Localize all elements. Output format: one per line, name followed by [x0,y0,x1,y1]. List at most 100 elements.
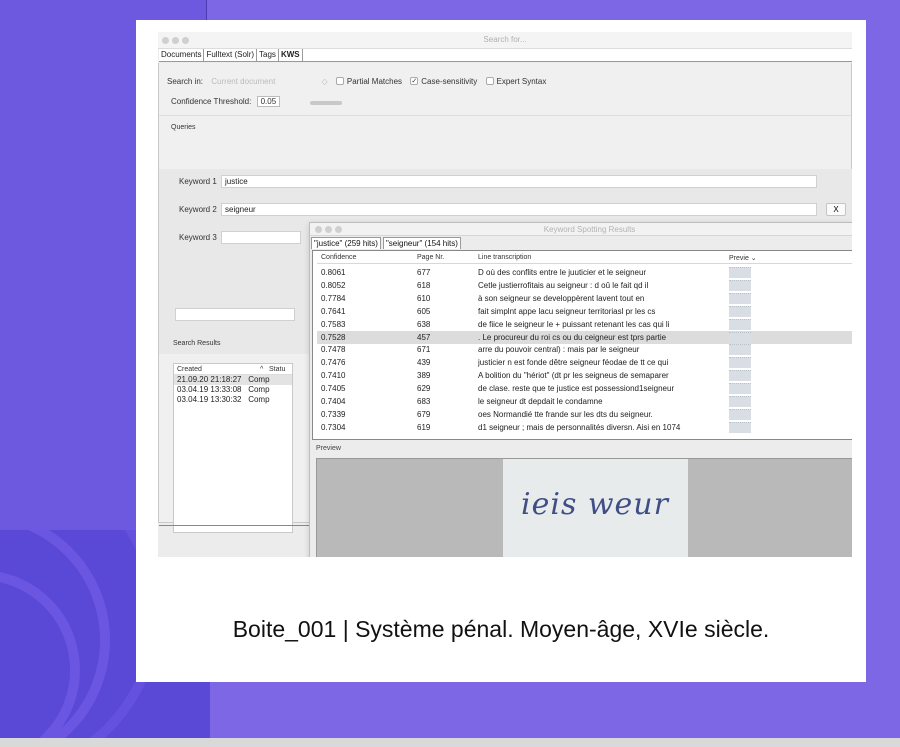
line-preview-thumbnail [729,279,751,291]
cell-confidence: 0.7583 [321,319,346,329]
keyword-1-input[interactable]: justice [221,175,817,188]
table-row[interactable]: 0.7784 610 à son seigneur se developpèrent… [317,292,852,305]
cell-line: justicier n est fonde dêtre seigneur féo… [478,358,669,368]
app-screenshot: Search for... Documents Fulltext (Solr) … [158,32,852,557]
table-row[interactable]: 0.7404 683 le seigneur dt depdait le conda… [317,395,852,408]
line-preview-thumbnail [729,357,751,369]
tab-fulltext[interactable]: Fulltext (Solr) [204,49,258,61]
table-row[interactable]: 0.8052 618 Cetle justierrofitais au seigne… [317,279,852,292]
queries-label: Queries [171,124,196,131]
tab-kws[interactable]: KWS [279,49,303,61]
table-row[interactable]: 03.04.19 13:33:08 Comp [174,385,292,395]
partial-matches-checkbox[interactable] [335,77,344,86]
search-results-label: Search Results [173,340,221,347]
search-results-table: Created ^ Statu 21.09.20 21:18:27 Comp 0… [173,363,293,533]
slide-caption: Boite_001 | Système pénal. Moyen-âge, XV… [232,616,770,642]
keyword-1-label: Keyword 1 [179,177,217,186]
col-status-header[interactable]: Statu [269,366,285,373]
cell-line: oes Normandié tte frande sur les dts du … [478,409,653,419]
col-preview-header[interactable]: Previe ⌄ [729,254,757,262]
search-in-select[interactable]: Current document [211,77,319,86]
search-options-row: Search in: Current document ◇ Partial Ma… [167,77,546,86]
table-row[interactable]: 0.7478 671 arre du pouvoir central) : mais… [317,343,852,356]
cell-page: 605 [417,306,431,316]
table-row[interactable]: 0.7528 457 . Le procureur du roi cs ou du … [317,330,852,344]
cell-line: Cetle justierrofitais au seigneur : d oû… [478,280,649,290]
cell-confidence: 0.7339 [321,409,346,419]
cell-line: fait simplnt appe lacu seigneur territor… [478,306,656,316]
cell-page: 610 [417,293,431,303]
tab-seigneur-hits[interactable]: "seigneur" (154 hits) [382,237,461,249]
select-stepper-icon[interactable]: ◇ [322,77,328,86]
threshold-slider[interactable] [310,101,342,105]
table-row[interactable]: 0.8061 677 D où des conflits entre le juut… [317,266,852,279]
table-row[interactable]: 0.7405 629 de clase. reste que te justice … [317,382,852,395]
threshold-input[interactable]: 0.05 [256,96,281,107]
remove-keyword-button[interactable]: X [826,203,846,216]
table-row[interactable]: 21.09.20 21:18:27 Comp [174,375,292,385]
cell-line: A bolition du "hériot" (dt pr les seigne… [478,371,669,381]
cell-line: D où des conflits entre le juuticier et … [478,268,647,277]
expert-syntax-label: Expert Syntax [496,77,547,86]
line-preview-thumbnail [729,383,751,395]
keyword-2-label: Keyword 2 [179,205,217,214]
kws-titlebar: Keyword Spotting Results [310,223,852,236]
keyword-spotting-window: Keyword Spotting Results "justice" (259 … [309,222,852,557]
line-preview-thumbnail [729,318,751,330]
table-row[interactable]: 0.7583 638 de fiice le seigneur le + puiss… [317,318,852,331]
cell-confidence: 0.7404 [321,397,346,406]
line-preview-thumbnail [729,267,751,278]
cell-page: 671 [417,345,431,355]
line-preview-thumbnail [729,331,751,343]
keyword-2-input[interactable]: seigneur [221,203,817,216]
col-created-header[interactable]: Created [177,366,202,373]
tab-tags[interactable]: Tags [257,49,279,61]
line-preview-thumbnail [729,344,751,356]
window-title: Search for... [483,35,527,44]
cell-line: . Le procureur du roi cs ou du ceigneur … [478,332,667,342]
table-row[interactable]: 0.7641 605 fait simplnt appe lacu seigneur… [317,305,852,318]
cell-confidence: 0.8061 [321,268,346,277]
query-extra-field[interactable] [175,308,295,321]
table-row[interactable]: 03.04.19 13:30:32 Comp [174,395,292,405]
table-row[interactable]: 0.7304 619 d1 seigneur ; mais de personnal… [317,421,852,434]
cell-page: 679 [417,409,431,419]
search-results-header: Created ^ Statu [174,364,292,375]
cell-confidence: 0.7476 [321,358,346,368]
kws-results-table: Confidence Page Nr. Line transcription P… [312,250,852,440]
threshold-label: Confidence Threshold: [171,97,252,106]
col-confidence-header[interactable]: Confidence [321,254,356,261]
line-preview-thumbnail [729,370,751,382]
keyword-3-input[interactable] [221,231,301,244]
partial-matches-label: Partial Matches [346,77,403,86]
kws-window-title: Keyword Spotting Results [543,225,636,234]
cell-confidence: 0.7405 [321,384,346,394]
expert-syntax-checkbox[interactable] [485,77,494,86]
col-page-header[interactable]: Page Nr. [417,254,444,261]
cell-page: 439 [417,358,431,368]
cell-page: 619 [417,422,431,432]
line-preview-thumbnail [729,408,751,420]
cell-line: arre du pouvoir central) : mais par le s… [478,345,640,355]
cell-confidence: 0.7641 [321,306,346,316]
case-sensitivity-checkbox[interactable]: ✓ [410,77,419,86]
cell-line: de fiice le seigneur le + puissant reten… [478,319,670,329]
cell-confidence: 0.7478 [321,345,346,355]
search-in-label: Search in: [167,77,204,86]
cell-confidence: 0.8052 [321,280,346,290]
table-row[interactable]: 0.7339 679 oes Normandié tte frande sur le… [317,408,852,421]
line-preview-thumbnail [729,292,751,304]
tab-documents[interactable]: Documents [159,49,205,61]
cell-line: d1 seigneur ; mais de personnalités dive… [478,422,681,432]
cell-confidence: 0.7304 [321,422,346,432]
table-row[interactable]: 0.7476 439 justicier n est fonde dêtre sei… [317,356,852,369]
line-preview-thumbnail [729,396,751,407]
table-row[interactable]: 0.7410 389 A bolition du "hériot" (dt pr l… [317,369,852,382]
cell-page: 638 [417,319,431,329]
case-sensitivity-label: Case-sensitivity [421,77,478,86]
cell-line: de clase. reste que te justice est posse… [478,384,675,394]
cell-page: 629 [417,384,431,394]
tab-justice-hits[interactable]: "justice" (259 hits) [311,237,381,249]
slide-card: Search for... Documents Fulltext (Solr) … [136,20,866,682]
col-line-header[interactable]: Line transcription [478,254,531,261]
